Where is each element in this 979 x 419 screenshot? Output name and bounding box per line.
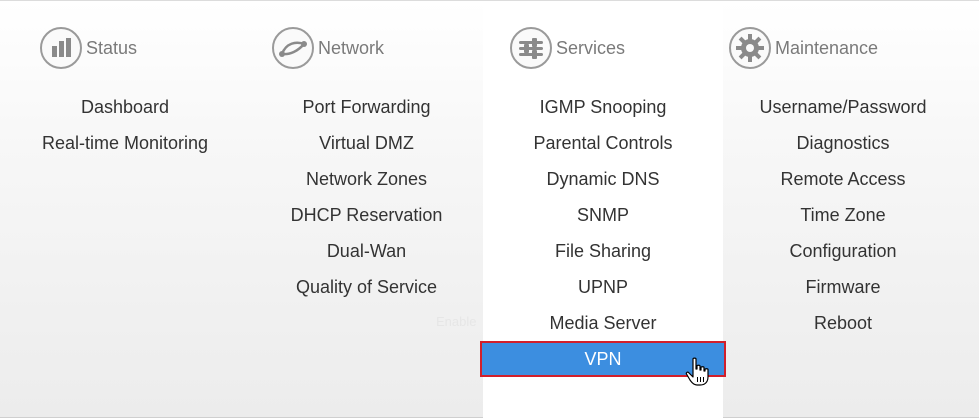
sliders-icon [510,27,552,69]
menu-item-quality-of-service[interactable]: Quality of Service [250,269,483,305]
menu-item-upnp[interactable]: UPNP [483,269,723,305]
menu-item-media-server[interactable]: Media Server [483,305,723,341]
status-header[interactable]: Status [40,26,137,70]
hand-pointer-icon [685,357,711,392]
menu-item-dual-wan[interactable]: Dual-Wan [250,233,483,269]
gear-icon [729,27,771,69]
maintenance-header[interactable]: Maintenance [729,26,878,70]
menu-item-file-sharing[interactable]: File Sharing [483,233,723,269]
network-link-icon [272,27,314,69]
menu-item-real-time-monitoring[interactable]: Real-time Monitoring [0,125,250,161]
status-column: Status Dashboard Real-time Monitoring [0,1,250,419]
menu-item-username-password[interactable]: Username/Password [723,89,963,125]
menu-item-time-zone[interactable]: Time Zone [723,197,963,233]
services-header[interactable]: Services [510,26,625,70]
network-title: Network [318,37,385,58]
navigation-menu-panel: Status Dashboard Real-time Monitoring Ne… [0,0,979,419]
network-header[interactable]: Network [272,26,384,70]
menu-item-remote-access[interactable]: Remote Access [723,161,963,197]
network-column: Network Port Forwarding Virtual DMZ Netw… [250,1,483,419]
menu-item-dashboard[interactable]: Dashboard [0,89,250,125]
menu-item-dhcp-reservation[interactable]: DHCP Reservation [250,197,483,233]
ghost-enable-text: Enable [436,314,477,329]
menu-item-dynamic-dns[interactable]: Dynamic DNS [483,161,723,197]
menu-item-configuration[interactable]: Configuration [723,233,963,269]
status-title: Status [86,37,138,58]
menu-item-parental-controls[interactable]: Parental Controls [483,125,723,161]
menu-item-diagnostics[interactable]: Diagnostics [723,125,963,161]
menu-item-reboot[interactable]: Reboot [723,305,963,341]
services-title: Services [556,37,626,58]
menu-item-snmp[interactable]: SNMP [483,197,723,233]
maintenance-column: Maintenance Username/Password Diagnostic… [723,1,963,419]
menu-item-firmware[interactable]: Firmware [723,269,963,305]
services-menu-list: IGMP Snooping Parental Controls Dynamic … [480,89,726,377]
menu-item-network-zones[interactable]: Network Zones [250,161,483,197]
menu-item-igmp-snooping[interactable]: IGMP Snooping [483,89,723,125]
network-menu-list: Port Forwarding Virtual DMZ Network Zone… [250,89,483,305]
status-menu-list: Dashboard Real-time Monitoring [0,89,250,161]
bar-chart-icon [40,27,82,69]
maintenance-menu-list: Username/Password Diagnostics Remote Acc… [723,89,963,341]
maintenance-title: Maintenance [775,37,879,58]
menu-item-virtual-dmz[interactable]: Virtual DMZ [250,125,483,161]
menu-item-port-forwarding[interactable]: Port Forwarding [250,89,483,125]
